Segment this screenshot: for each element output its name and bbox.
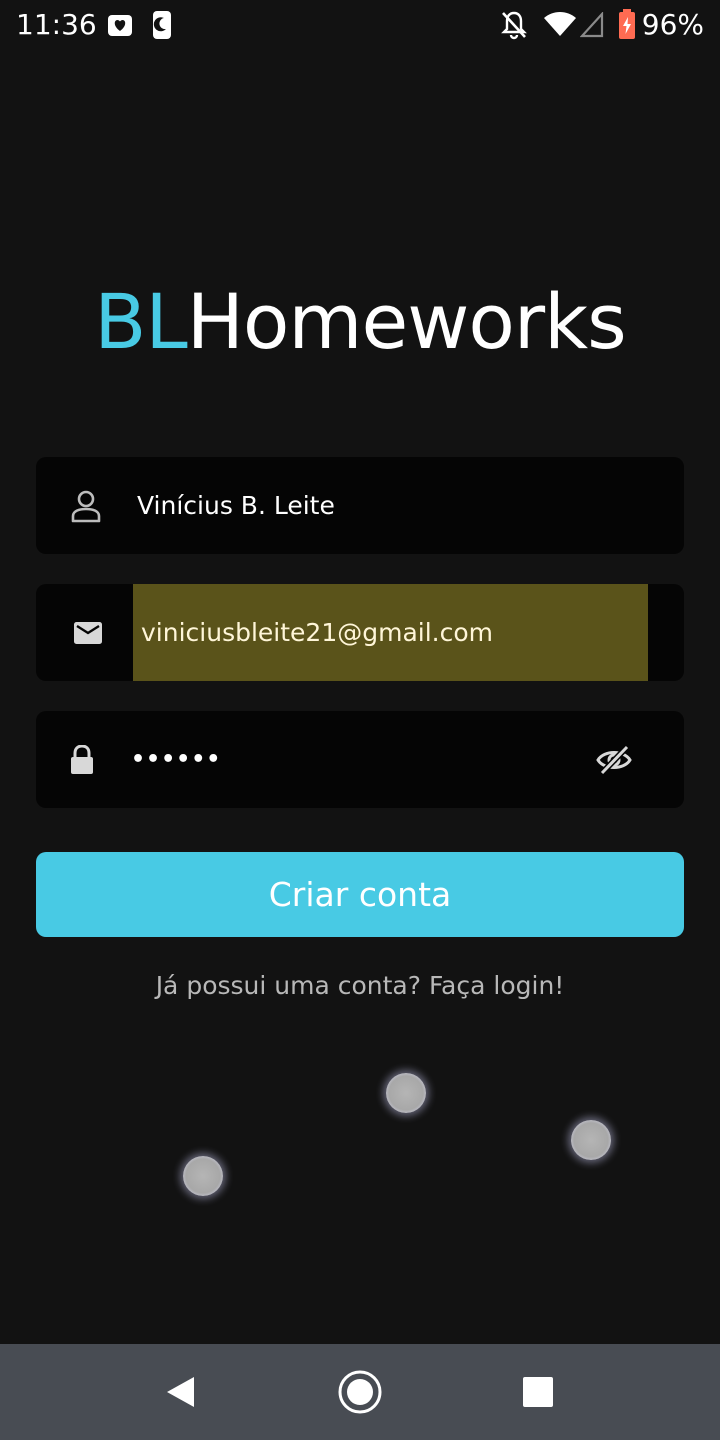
battery-charging-icon <box>617 8 637 45</box>
app-logo: BLHomeworks <box>0 276 720 368</box>
logo-main-text: Homeworks <box>186 277 627 366</box>
battery-percentage: 96% <box>641 8 704 41</box>
envelope-icon <box>74 584 102 681</box>
status-bar: 11:36 96% <box>0 0 720 50</box>
touch-indicator <box>183 1156 223 1196</box>
dnd-moon-icon <box>152 10 172 45</box>
login-link[interactable]: Já possui uma conta? Faça login! <box>0 966 720 1006</box>
name-field[interactable]: Vinícius B. Leite <box>36 457 684 554</box>
name-input[interactable]: Vinícius B. Leite <box>137 457 335 554</box>
logo-accent-text: BL <box>94 277 187 366</box>
visibility-off-icon[interactable] <box>596 711 632 808</box>
person-icon <box>70 457 102 554</box>
navigation-bar <box>0 1344 720 1440</box>
recents-icon[interactable] <box>508 1344 568 1440</box>
alarm-clock-icon <box>107 12 133 43</box>
touch-indicator <box>386 1073 426 1113</box>
wifi-icon <box>543 11 577 42</box>
create-account-button[interactable]: Criar conta <box>36 852 684 937</box>
notifications-off-icon <box>500 10 528 45</box>
back-icon[interactable] <box>150 1344 210 1440</box>
cell-signal-icon <box>579 11 604 43</box>
email-field[interactable]: viniciusbleite21@gmail.com <box>36 584 684 681</box>
lock-icon <box>70 711 94 808</box>
touch-indicator <box>571 1120 611 1160</box>
password-input[interactable]: •••••• <box>131 711 221 808</box>
email-input[interactable]: viniciusbleite21@gmail.com <box>141 584 493 681</box>
status-time: 11:36 <box>16 8 97 41</box>
password-field[interactable]: •••••• <box>36 711 684 808</box>
home-icon[interactable] <box>330 1344 390 1440</box>
